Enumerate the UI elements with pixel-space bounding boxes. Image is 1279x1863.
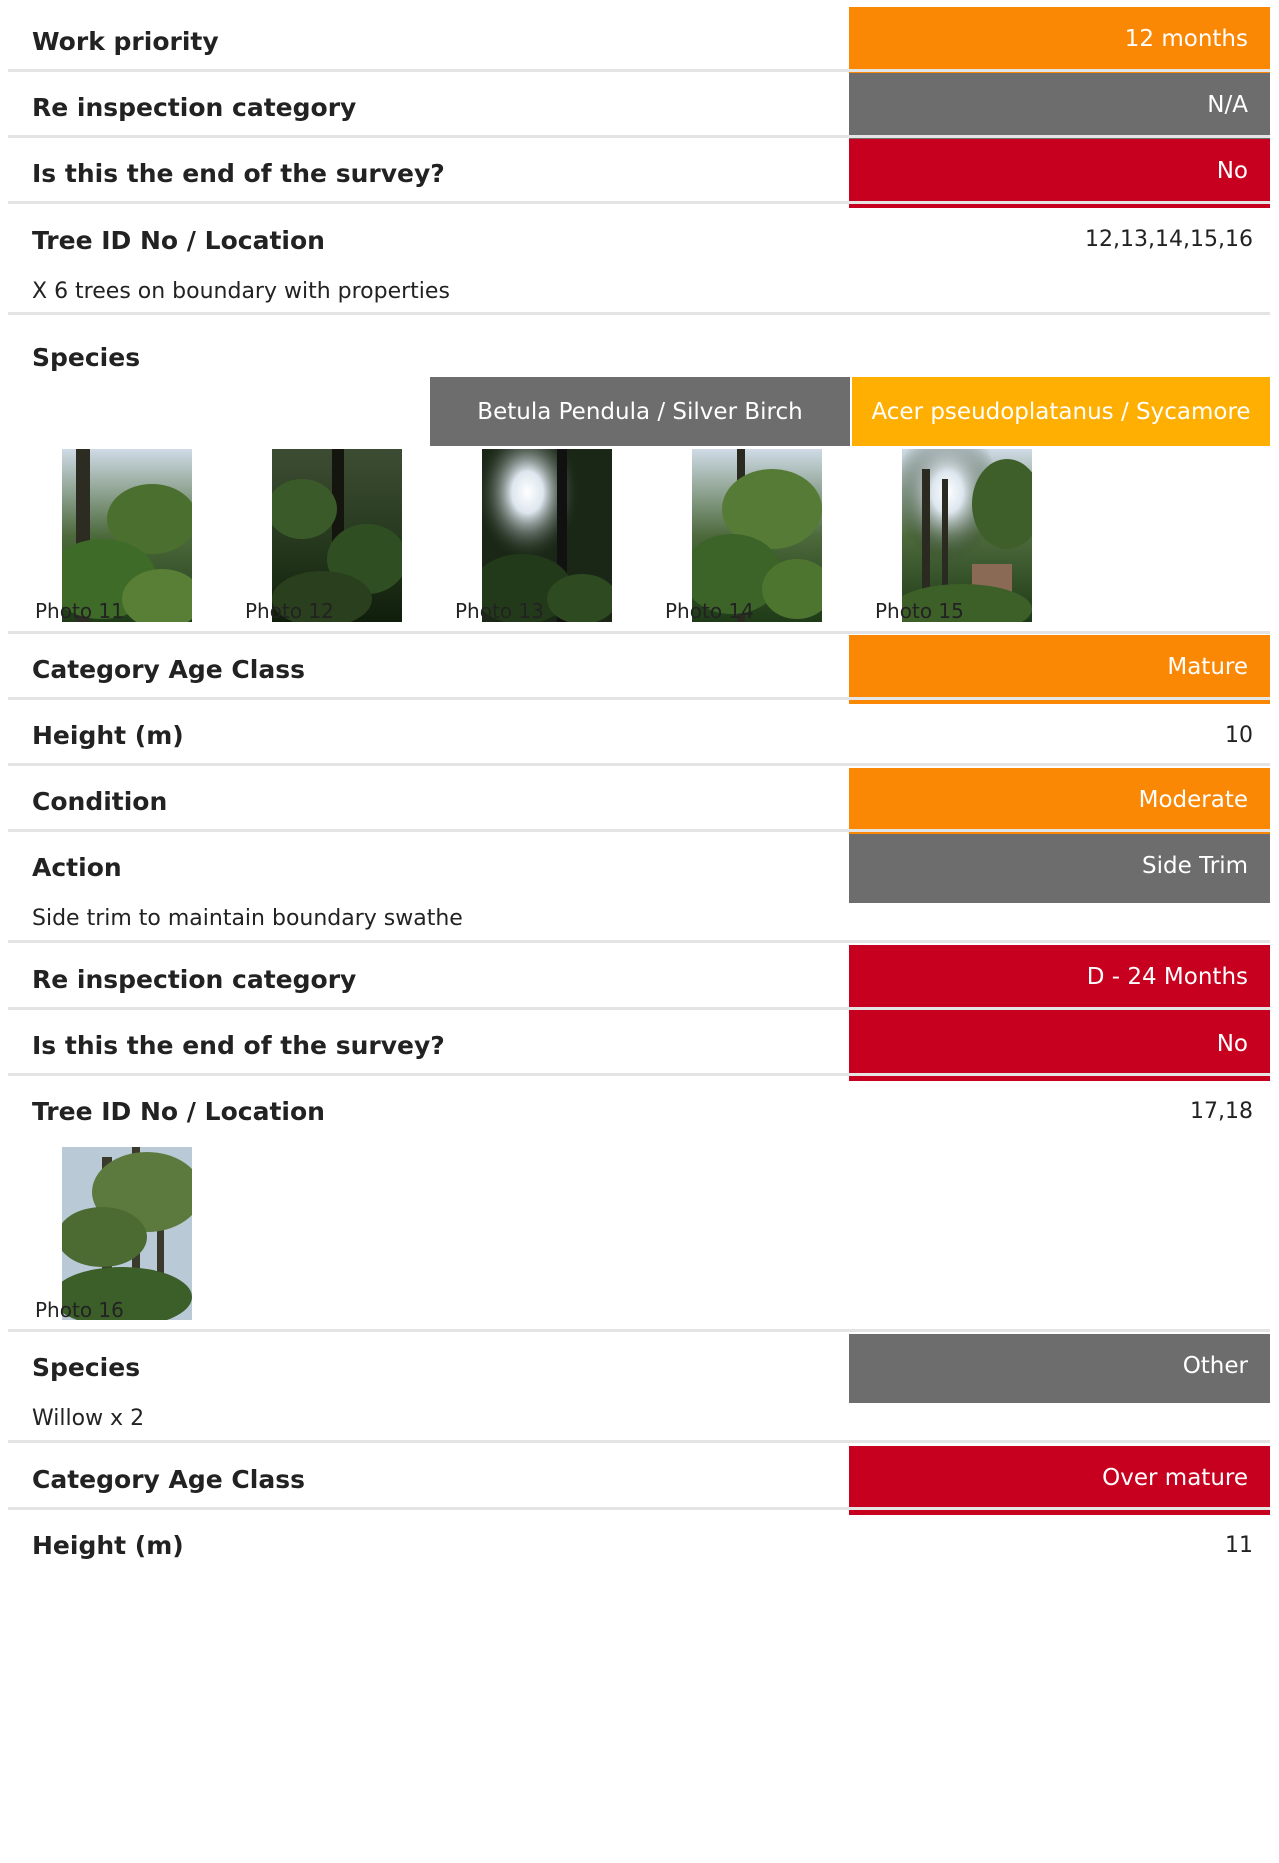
species-chip-silver-birch: Betula Pendula / Silver Birch xyxy=(430,377,850,446)
work-priority-label: Work priority xyxy=(32,27,219,56)
photo-caption: Photo 13 xyxy=(455,599,544,623)
action-label: Action xyxy=(32,853,122,882)
age-class-value: Over mature xyxy=(1102,1464,1248,1491)
end-survey-badge: No xyxy=(849,139,1270,208)
work-priority-value: 12 months xyxy=(1124,25,1248,52)
action-value: Side Trim xyxy=(1142,852,1248,879)
condition-value: Moderate xyxy=(1138,786,1248,813)
divider xyxy=(8,201,1270,204)
divider xyxy=(8,763,1270,766)
action-badge: Side Trim xyxy=(849,834,1270,903)
divider xyxy=(8,1007,1270,1010)
species-value: Other xyxy=(1182,1352,1248,1379)
photo-thumbnail[interactable] xyxy=(482,449,612,622)
end-survey-badge: No xyxy=(849,1012,1270,1081)
divider xyxy=(8,1329,1270,1332)
divider xyxy=(8,940,1270,943)
reinspection-label: Re inspection category xyxy=(32,965,357,994)
tree-id-label: Tree ID No / Location xyxy=(32,1097,325,1126)
work-priority-badge: 12 months xyxy=(849,7,1270,76)
photo-caption: Photo 15 xyxy=(875,599,964,623)
divider xyxy=(8,631,1270,634)
species-chip-label: Acer pseudoplatanus / Sycamore xyxy=(871,398,1251,425)
divider xyxy=(8,1073,1270,1076)
reinspection-value: N/A xyxy=(1207,91,1248,118)
age-class-badge: Mature xyxy=(849,635,1270,704)
age-class-badge: Over mature xyxy=(849,1446,1270,1515)
age-class-value: Mature xyxy=(1167,653,1248,680)
divider xyxy=(8,312,1270,315)
tree-id-value: 12,13,14,15,16 xyxy=(1085,227,1253,252)
divider xyxy=(8,135,1270,138)
divider xyxy=(8,829,1270,832)
height-value: 10 xyxy=(1225,723,1253,748)
end-survey-label: Is this the end of the survey? xyxy=(32,1031,445,1060)
tree-id-label: Tree ID No / Location xyxy=(32,226,325,255)
reinspection-label: Re inspection category xyxy=(32,93,357,122)
photo-caption: Photo 12 xyxy=(245,599,334,623)
action-note: Side trim to maintain boundary swathe xyxy=(32,906,463,931)
photo-thumbnail[interactable] xyxy=(272,449,402,622)
end-survey-label: Is this the end of the survey? xyxy=(32,159,445,188)
species-chip-sycamore: Acer pseudoplatanus / Sycamore xyxy=(852,377,1270,446)
photo-thumbnail[interactable] xyxy=(62,1147,192,1320)
reinspection-badge: D - 24 Months xyxy=(849,945,1270,1014)
species-label: Species xyxy=(32,343,141,372)
height-label: Height (m) xyxy=(32,721,184,750)
location-note: X 6 trees on boundary with properties xyxy=(32,279,450,304)
condition-label: Condition xyxy=(32,787,168,816)
height-value: 11 xyxy=(1225,1533,1253,1558)
height-label: Height (m) xyxy=(32,1531,184,1560)
reinspection-badge: N/A xyxy=(849,73,1270,142)
photo-thumbnail[interactable] xyxy=(692,449,822,622)
species-label: Species xyxy=(32,1353,141,1382)
photo-thumbnail[interactable] xyxy=(902,449,1032,622)
photo-thumbnail[interactable] xyxy=(62,449,192,622)
condition-badge: Moderate xyxy=(849,768,1270,837)
divider xyxy=(8,1507,1270,1510)
photo-caption: Photo 14 xyxy=(665,599,754,623)
divider xyxy=(8,69,1270,72)
age-class-label: Category Age Class xyxy=(32,1465,305,1494)
end-survey-value: No xyxy=(1216,1030,1248,1057)
divider xyxy=(8,1440,1270,1443)
tree-id-value: 17,18 xyxy=(1190,1099,1253,1124)
species-badge: Other xyxy=(849,1334,1270,1403)
reinspection-value: D - 24 Months xyxy=(1086,963,1248,990)
species-note: Willow x 2 xyxy=(32,1406,145,1431)
photo-caption: Photo 16 xyxy=(35,1298,124,1322)
divider xyxy=(8,697,1270,700)
species-chip-label: Betula Pendula / Silver Birch xyxy=(477,398,803,425)
age-class-label: Category Age Class xyxy=(32,655,305,684)
photo-caption: Photo 11 xyxy=(35,599,124,623)
end-survey-value: No xyxy=(1216,157,1248,184)
